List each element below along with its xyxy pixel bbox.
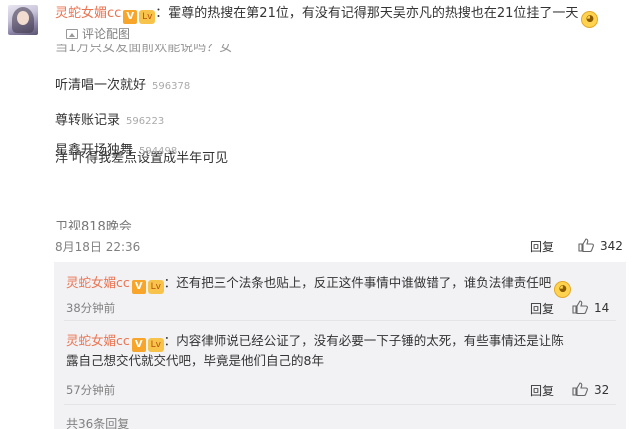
- image-list-item: 听清唱一次就好 596378: [55, 78, 191, 93]
- image-list-item: 星鑫开场独舞 594498: [55, 143, 178, 158]
- doge-emoji-icon: ◕: [554, 281, 572, 298]
- more-replies-link[interactable]: 共36条回复: [66, 415, 129, 429]
- level-badge-icon: Lv: [139, 10, 156, 24]
- thumbs-up-icon: [572, 300, 588, 314]
- post-author[interactable]: 灵蛇女媚cc: [55, 6, 121, 21]
- comment-image[interactable]: 当1万只女友面前欢能说吗？女 听清唱一次就好 596378 尊转账记录 596223…: [55, 44, 235, 230]
- reply-item: 灵蛇女媚cc V Lv ：还有把三个法条也贴上，反正这件事情中谁做错了，谁负法律责任吧…: [66, 274, 572, 298]
- level-badge-icon: Lv: [147, 280, 164, 294]
- thumbs-up-icon: [578, 238, 594, 252]
- like-count: 32: [594, 383, 610, 397]
- image-list-item: 卫视818晚会: [55, 220, 132, 230]
- reply-time: 38分钟前: [66, 301, 116, 315]
- post-header: 灵蛇女媚cc V Lv ：霍尊的热搜在第21位，有没有记得那天吴亦凡的热搜也在21位挂…: [55, 5, 599, 28]
- vip-badge-icon: V: [131, 338, 146, 352]
- thumbs-up-icon: [572, 382, 588, 396]
- image-list-item: 当1万只女友面前欢能说吗？女: [55, 44, 233, 55]
- reply-list: 灵蛇女媚cc V Lv ：还有把三个法条也贴上，反正这件事情中谁做错了，谁负法律责任吧…: [54, 262, 626, 429]
- divider: [64, 404, 616, 405]
- reply-text: ：内容律师说已经公证了，没有必要一下子锤的太死，有些事情还是让陈: [163, 333, 564, 348]
- like-button[interactable]: 342: [578, 238, 623, 253]
- image-icon: [66, 29, 78, 39]
- like-button[interactable]: 32: [572, 382, 609, 397]
- reply-author[interactable]: 灵蛇女媚cc: [66, 275, 130, 290]
- reply-button[interactable]: 回复: [530, 238, 554, 255]
- reply-text: ：还有把三个法条也贴上，反正这件事情中谁做错了，谁负法律责任吧: [163, 275, 552, 290]
- divider: [64, 320, 616, 321]
- level-badge-icon: Lv: [147, 338, 164, 352]
- reply-item: 灵蛇女媚cc V Lv ：内容律师说已经公证了，没有必要一下子锤的太死，有些事情还是让…: [66, 332, 564, 370]
- vip-badge-icon: V: [123, 10, 138, 24]
- image-list-item: 尊转账记录 596223: [55, 113, 165, 128]
- post-text: ：霍尊的热搜在第21位，有没有记得那天吴亦凡的热搜也在21位挂了一天: [155, 6, 579, 21]
- reply-time: 57分钟前: [66, 383, 116, 397]
- avatar-face: [17, 11, 29, 25]
- comment-image-tag[interactable]: 评论配图: [66, 26, 130, 42]
- comment-image-label: 评论配图: [82, 27, 131, 41]
- like-button[interactable]: 14: [572, 300, 609, 315]
- reply-button[interactable]: 回复: [530, 300, 554, 317]
- reply-button[interactable]: 回复: [530, 382, 554, 399]
- reply-author[interactable]: 灵蛇女媚cc: [66, 333, 130, 348]
- like-count: 14: [594, 301, 610, 315]
- doge-emoji-icon: ◕: [581, 11, 599, 28]
- post-date: 8月18日 22:36: [55, 240, 141, 254]
- avatar[interactable]: [8, 5, 38, 35]
- like-count: 342: [600, 239, 623, 253]
- vip-badge-icon: V: [131, 280, 146, 294]
- reply-text-continued: 露自己想交代就交代吧，毕竟是他们自己的8年: [66, 353, 324, 368]
